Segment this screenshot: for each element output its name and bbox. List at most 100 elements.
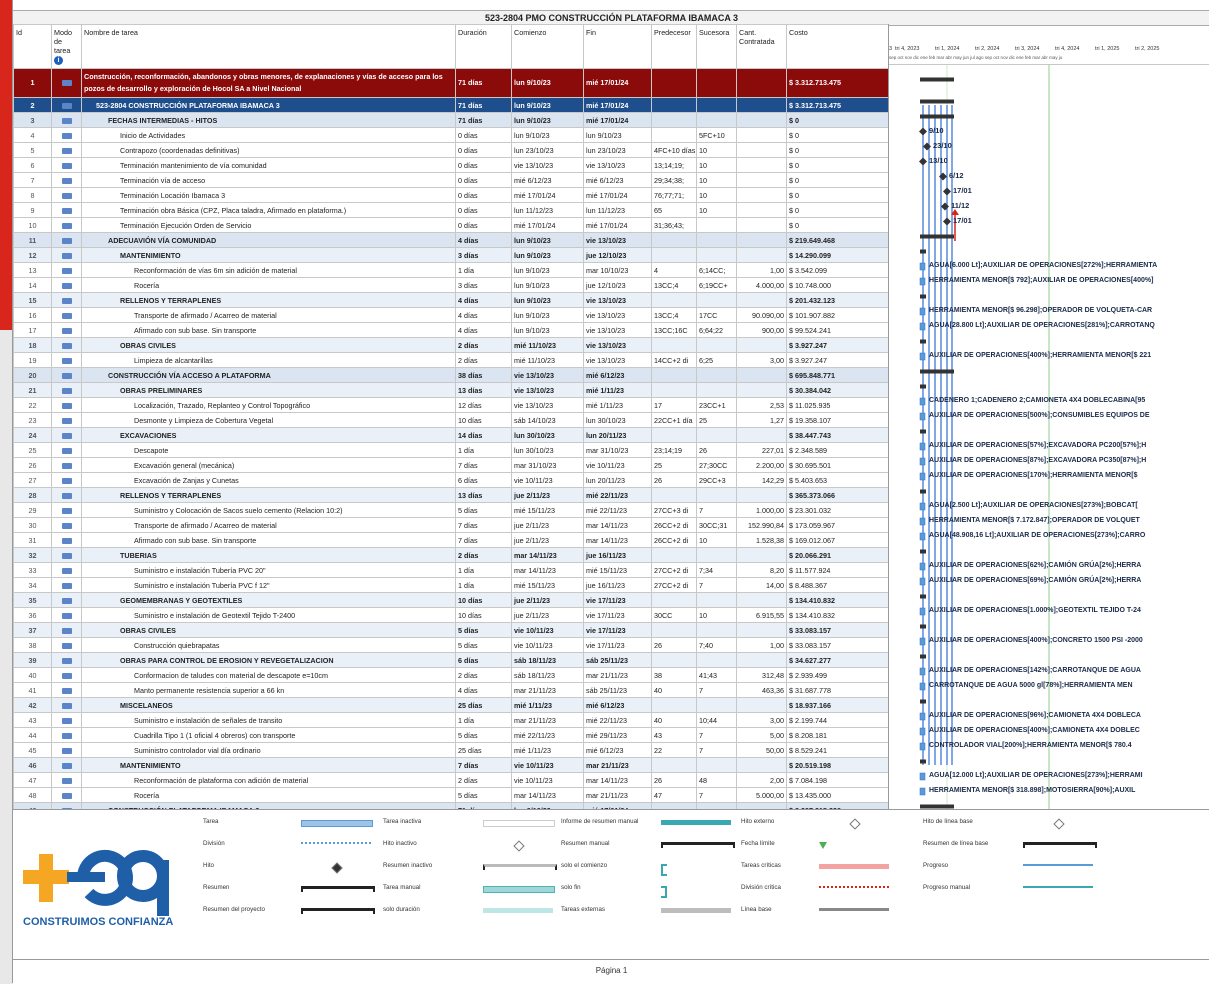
task-row[interactable]: 17 Afirmado con sub base. Sin transporte 4… [13, 322, 888, 338]
auto-schedule-icon [61, 762, 72, 769]
cell-start: mar 14/11/23 [511, 787, 584, 803]
task-row[interactable]: 34 Suministro e instalación Tubería PVC f… [13, 577, 888, 593]
auto-schedule-icon [61, 237, 72, 244]
task-row[interactable]: 22 Localización, Trazado, Replanteo y Con… [13, 397, 888, 413]
col-cost[interactable]: Costo [786, 24, 888, 69]
task-row[interactable]: 12 MANTENIMIENTO 3 días lun 9/10/23 jue 12/1… [13, 247, 888, 263]
task-row[interactable]: 13 Reconformación de vías 6m sin adición … [13, 262, 888, 278]
task-row[interactable]: 35 GEOMEMBRANAS Y GEOTEXTILES 10 días jue 2… [13, 592, 888, 608]
cell-finish: mié 17/01/24 [583, 68, 652, 98]
task-row[interactable]: 6 Terminación mantenimiento de vía comuni… [13, 157, 888, 173]
task-row[interactable]: 11 ADECUAVIÓN VÍA COMUNIDAD 4 días lun 9/10… [13, 232, 888, 248]
cell-id: 15 [13, 292, 52, 308]
task-row[interactable]: 21 OBRAS PRELIMINARES 13 días vie 13/10/23 m… [13, 382, 888, 398]
col-predecessor[interactable]: Predecesor [651, 24, 697, 69]
legend: CONSTRUIMOS CONFIANZA Tarea División Hito R… [13, 809, 1209, 960]
task-row[interactable]: 28 RELLENOS Y TERRAPLENES 13 días jue 2/11/… [13, 487, 888, 503]
task-row[interactable]: 18 OBRAS CIVILES 2 días mié 11/10/23 vie 13/… [13, 337, 888, 353]
milestone-marker [919, 157, 927, 166]
task-row[interactable]: 30 Transporte de afirmado / Acarreo de ma… [13, 517, 888, 533]
cell-mode [51, 742, 82, 758]
cell-id: 29 [13, 502, 52, 518]
cell-cost: $ 20.066.291 [786, 547, 888, 563]
task-row[interactable]: 43 Suministro e instalación de señales de… [13, 712, 888, 728]
task-row[interactable]: 24 EXCAVACIONES 14 días lun 30/10/23 lun 20/… [13, 427, 888, 443]
task-row[interactable]: 14 Rocería 3 días lun 9/10/23 jue 12/10/23 13… [13, 277, 888, 293]
task-row[interactable]: 3 FECHAS INTERMEDIAS - HITOS 71 días lun 9/… [13, 112, 888, 128]
task-row[interactable]: 7 Terminación vía de acceso 0 días mié 6/12… [13, 172, 888, 188]
cell-mode [51, 442, 82, 458]
cell-duration: 3 días [455, 277, 512, 293]
task-row[interactable]: 46 MANTENIMIENTO 7 días vie 10/11/23 mar 21/… [13, 757, 888, 773]
col-finish[interactable]: Fin [583, 24, 652, 69]
cell-duration: 14 días [455, 427, 512, 443]
task-row[interactable]: 16 Transporte de afirmado / Acarreo de ma… [13, 307, 888, 323]
cell-start: vie 10/11/23 [511, 757, 584, 773]
task-row[interactable]: 48 Rocería 5 días mar 14/11/23 mar 21/11/23 4… [13, 787, 888, 803]
task-row[interactable]: 31 Afirmado con sub base. Sin transporte 7… [13, 532, 888, 548]
resource-label: HERRAMIENTA MENOR[$ 96.298];OPERADOR DE … [929, 307, 1153, 314]
task-row[interactable]: 38 Construcción quiebrapatas 5 días vie 10/… [13, 637, 888, 653]
col-start[interactable]: Comienzo [511, 24, 584, 69]
cell-predecessor: 13;14;19; [651, 157, 697, 173]
task-row[interactable]: 9 Terminación obra Básica (CPZ, Placa tal… [13, 202, 888, 218]
col-duration[interactable]: Duración [455, 24, 512, 69]
task-row[interactable]: 44 Cuadrilla Tipo 1 (1 oficial 4 obreros)… [13, 727, 888, 743]
cell-finish: lun 20/11/23 [583, 427, 652, 443]
task-row[interactable]: 42 MISCELANEOS 25 días mié 1/11/23 mié 6/12/… [13, 697, 888, 713]
cell-predecessor: 65 [651, 202, 697, 218]
task-row[interactable]: 2 523-2804 CONSTRUCCIÓN PLATAFORMA IBAMAC… [13, 97, 888, 113]
cell-id: 30 [13, 517, 52, 533]
task-row[interactable]: 37 OBRAS CIVILES 5 días vie 10/11/23 vie 17/… [13, 622, 888, 638]
cell-name: Cuadrilla Tipo 1 (1 oficial 4 obreros) c… [81, 727, 456, 743]
col-id[interactable]: Id [13, 24, 52, 69]
task-row[interactable]: 1 Construcción, reconformación, abandonos… [13, 68, 888, 98]
task-row[interactable]: 15 RELLENOS Y TERRAPLENES 4 días lun 9/10/2… [13, 292, 888, 308]
cell-name: Terminación Locación Ibamaca 3 [81, 187, 456, 203]
cell-start: jue 2/11/23 [511, 487, 584, 503]
task-row[interactable]: 25 Descapote 1 día lun 30/10/23 mar 31/10/23… [13, 442, 888, 458]
cell-duration: 5 días [455, 637, 512, 653]
cell-start: mié 17/01/24 [511, 187, 584, 203]
task-row[interactable]: 4 Inicio de Actividades 0 días lun 9/10/23 l… [13, 127, 888, 143]
task-row[interactable]: 23 Desmonte y Limpieza de Cobertura Veget… [13, 412, 888, 428]
task-row[interactable]: 8 Terminación Locación Ibamaca 30 días mié… [13, 187, 888, 203]
cell-quantity: 312,48 [736, 667, 787, 683]
cell-start: lun 9/10/23 [511, 307, 584, 323]
auto-schedule-icon [61, 162, 72, 169]
cell-start: sáb 18/11/23 [511, 667, 584, 683]
legend-label: solo el comienzo [561, 862, 608, 869]
task-row[interactable]: 29 Suministro y Colocación de Sacos suelo… [13, 502, 888, 518]
col-quantity[interactable]: Cant. Contratada [736, 24, 787, 69]
cell-cost: $ 0 [786, 202, 888, 218]
resource-label: AGUA[2.500 Lt];AUXILIAR DE OPERACIONES[2… [929, 502, 1138, 509]
cell-quantity [736, 157, 787, 173]
cell-finish: vie 13/10/23 [583, 292, 652, 308]
cell-name: Excavación general (mecánica) [81, 457, 456, 473]
task-row[interactable]: 33 Suministro e instalación Tubería PVC 2… [13, 562, 888, 578]
cell-start: vie 13/10/23 [511, 367, 584, 383]
timescale-quarter: tri 3, 2024 [1015, 46, 1040, 52]
task-row[interactable]: 39 OBRAS PARA CONTROL DE EROSION Y REVEGE… [13, 652, 888, 668]
col-name[interactable]: Nombre de tarea [81, 24, 456, 69]
cell-quantity [736, 652, 787, 668]
task-row[interactable]: 20 CONSTRUCCIÓN VÍA ACCESO A PLATAFORMA 38… [13, 367, 888, 383]
task-row[interactable]: 45 Suministro controlador vial día ordina… [13, 742, 888, 758]
task-row[interactable]: 19 Limpieza de alcantarillas 2 días mié 11/… [13, 352, 888, 368]
cell-duration: 5 días [455, 727, 512, 743]
task-row[interactable]: 41 Manto permanente resistencia superior … [13, 682, 888, 698]
cell-successor: 6;25 [696, 352, 737, 368]
task-row[interactable]: 27 Excavación de Zanjas y Cunetas 6 días vi… [13, 472, 888, 488]
task-row[interactable]: 32 TUBERIAS 2 días mar 14/11/23 jue 16/11/23… [13, 547, 888, 563]
task-row[interactable]: 47 Reconformación de plataforma con adici… [13, 772, 888, 788]
col-mode[interactable]: Modo de tarea i [51, 24, 82, 69]
col-successor[interactable]: Sucesora [696, 24, 737, 69]
task-row[interactable]: 40 Conformacion de taludes con material d… [13, 667, 888, 683]
task-row[interactable]: 5 Contrapozo (coordenadas definitivas) 0 d… [13, 142, 888, 158]
task-row[interactable]: 26 Excavación general (mecánica) 7 días mar… [13, 457, 888, 473]
logo-mark [23, 849, 169, 916]
task-row[interactable]: 10 Terminación Ejecución Orden de Servici… [13, 217, 888, 233]
auto-schedule-icon [61, 792, 72, 799]
task-row[interactable]: 36 Suministro e instalación de Geotextil … [13, 607, 888, 623]
auto-schedule-icon [61, 207, 72, 214]
